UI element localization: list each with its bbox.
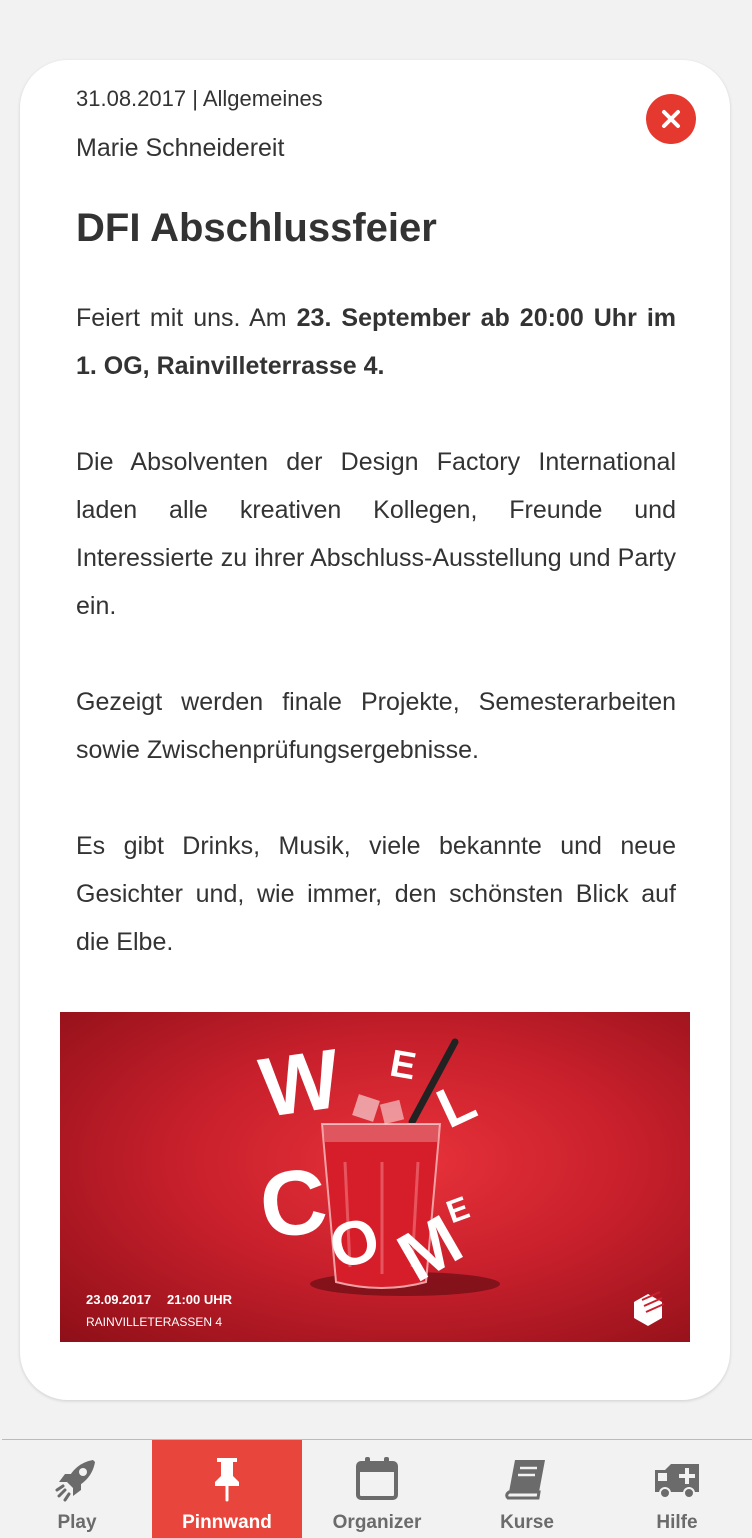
paragraph-text: Feiert mit uns. Am (76, 304, 297, 332)
dfi-logo-icon (634, 1291, 665, 1326)
tab-label: Kurse (500, 1512, 554, 1533)
book-icon (505, 1460, 545, 1500)
ice-cube (352, 1094, 380, 1122)
poster-artwork: W E L C O M E 23.09.2017 21:00 UHR RAINV… (86, 1031, 665, 1329)
tab-label: Play (57, 1512, 97, 1533)
post-card: 31.08.2017 | Allgemeines Marie Schneider… (20, 60, 730, 1400)
post-paragraph: Die Absolventen der Design Factory Inter… (76, 448, 676, 620)
rocket-icon (55, 1460, 95, 1502)
tab-pinnwand[interactable]: Pinnwand (152, 1440, 302, 1538)
poster-letter: E (387, 1043, 419, 1089)
poster-date: 23.09.2017 (86, 1292, 151, 1307)
bottom-tab-bar: Play Pinnwand Organizer Kurse Hilfe (2, 1439, 752, 1538)
poster-time: 21:00 UHR (167, 1292, 233, 1307)
post-paragraph: Gezeigt werden finale Projekte, Semester… (76, 688, 676, 764)
poster-location: RAINVILLETERASSEN 4 (86, 1315, 222, 1329)
post-meta: 31.08.2017 | Allgemeines (76, 86, 323, 111)
tab-organizer[interactable]: Organizer (302, 1440, 452, 1538)
poster-letter: C (255, 1150, 332, 1258)
tab-kurse[interactable]: Kurse (452, 1440, 602, 1538)
tab-label: Organizer (332, 1512, 422, 1533)
post-paragraph: Feiert mit uns. Am 23. September ab 20:0… (76, 294, 676, 390)
post-author: Marie Schneidereit (76, 134, 285, 162)
post-paragraph: Es gibt Drinks, Musik, viele bekannte un… (76, 832, 676, 956)
tab-label: Pinnwand (182, 1512, 272, 1533)
event-poster-image[interactable]: W E L C O M E 23.09.2017 21:00 UHR RAINV… (60, 1012, 690, 1342)
close-button[interactable] (646, 94, 696, 144)
ice-cube (379, 1099, 405, 1125)
tab-play[interactable]: Play (2, 1440, 152, 1538)
calendar-icon (356, 1457, 398, 1500)
close-icon (662, 110, 680, 128)
post-body: Feiert mit uns. Am 23. September ab 20:0… (76, 294, 676, 1014)
tab-label: Hilfe (656, 1512, 698, 1533)
ambulance-icon (655, 1464, 699, 1499)
pin-icon (215, 1458, 239, 1502)
glass-rim (322, 1124, 440, 1142)
tab-hilfe[interactable]: Hilfe (602, 1440, 752, 1538)
poster-letter: W (254, 1031, 346, 1135)
post-title: DFI Abschlussfeier (76, 206, 437, 250)
